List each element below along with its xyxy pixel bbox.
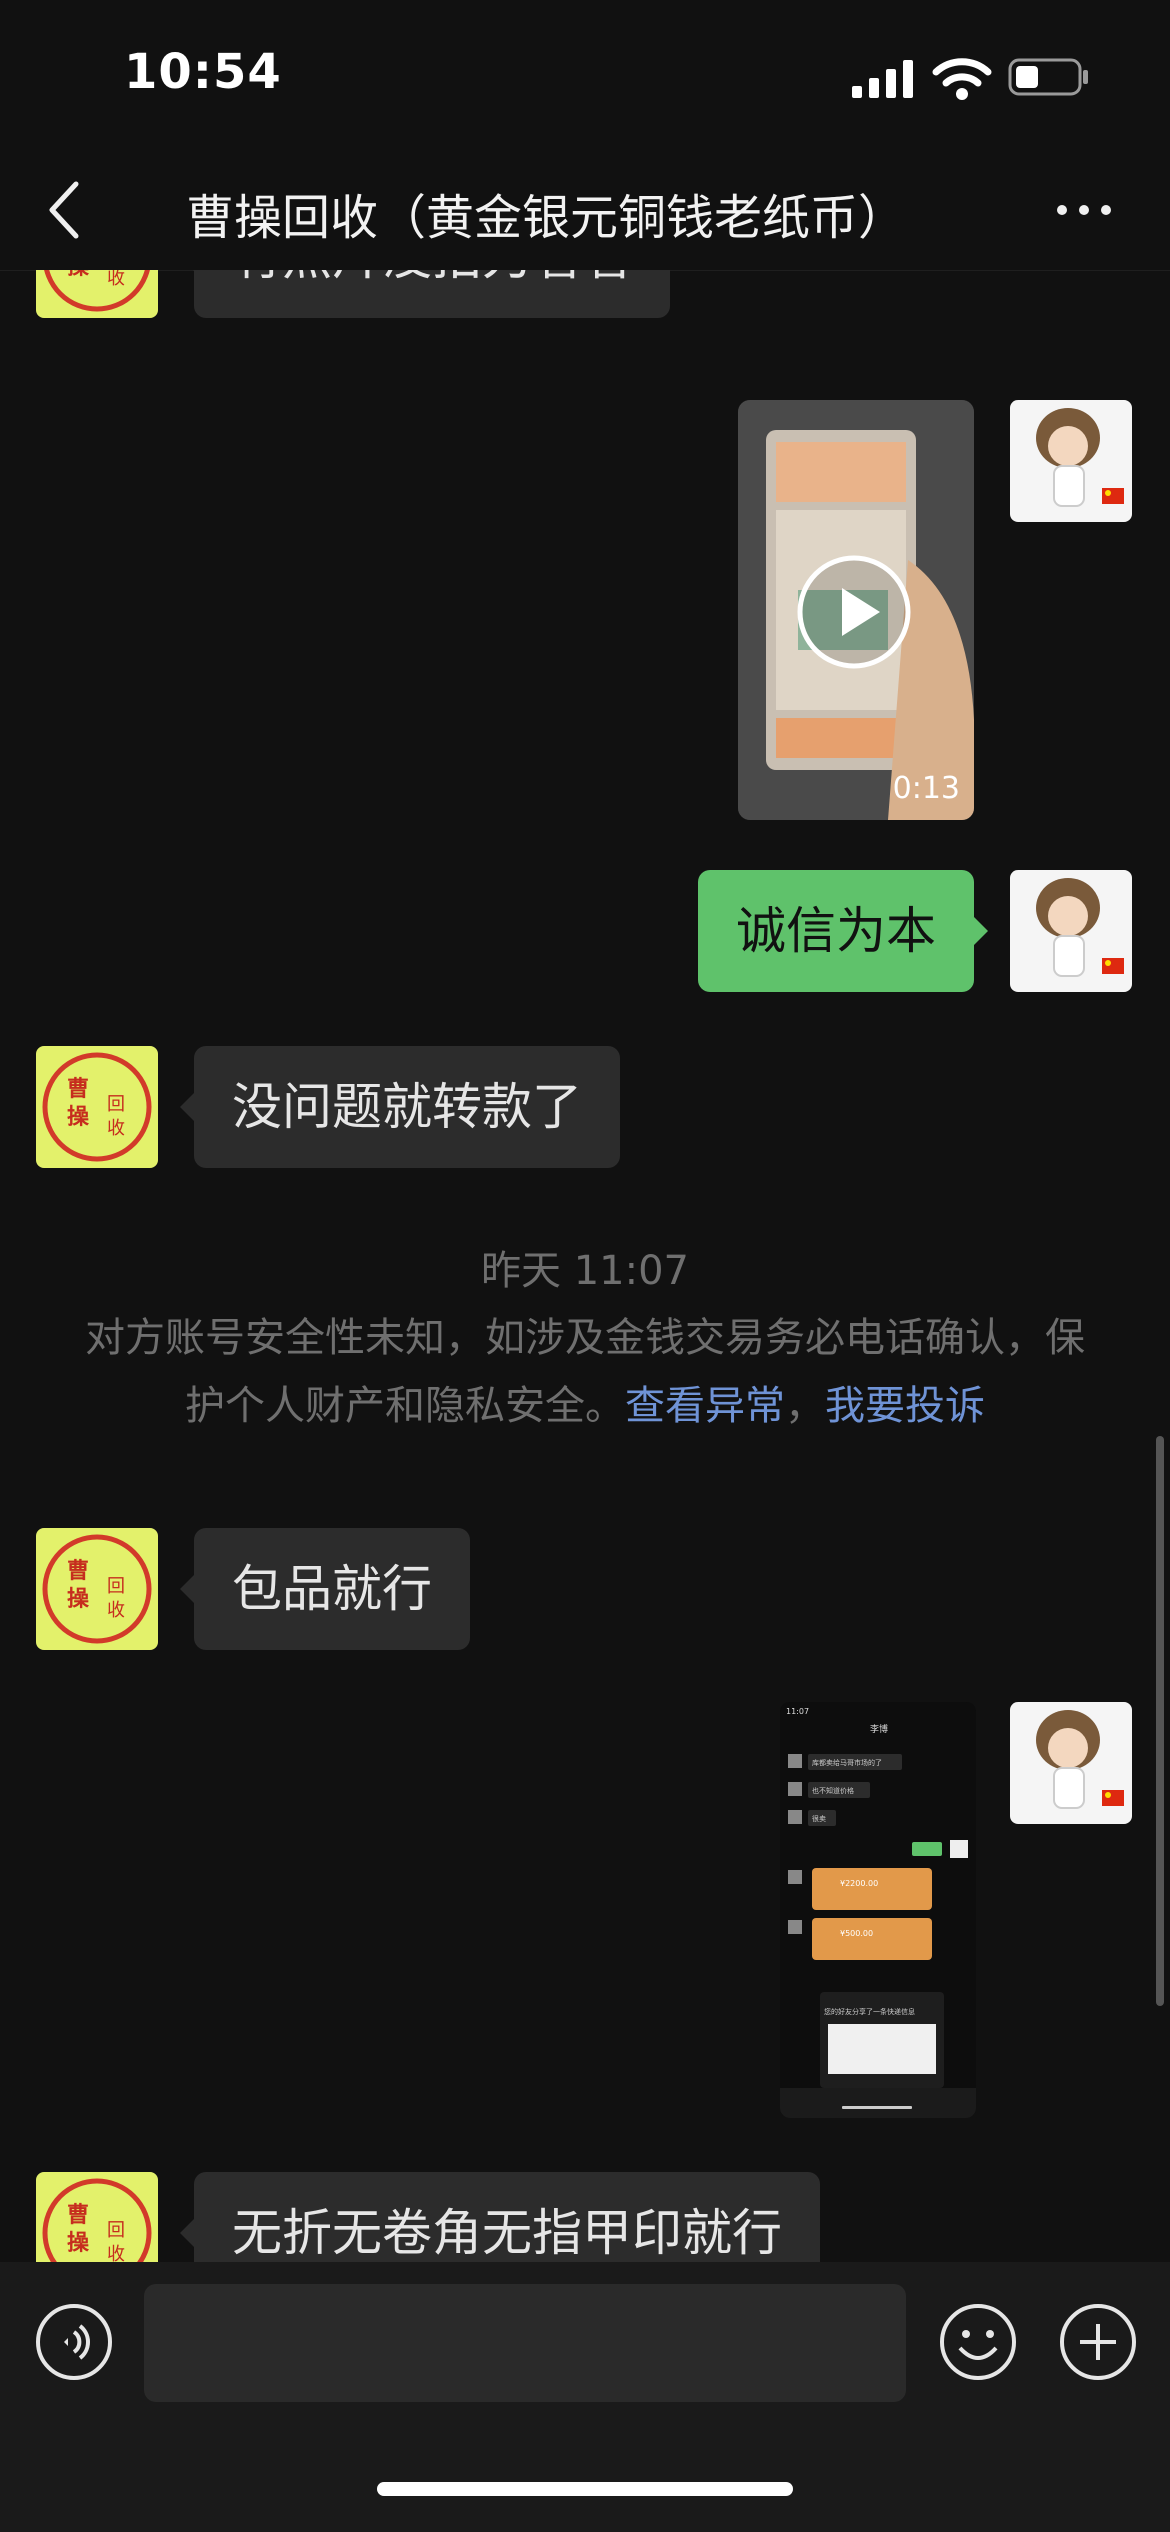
video-duration: 0:13 — [892, 771, 960, 806]
svg-text:收: 收 — [107, 1118, 125, 1139]
chat-title: 曹操回收（黄金银元铜钱老纸币） — [186, 190, 907, 246]
svg-text:曹: 曹 — [67, 1558, 89, 1584]
svg-text:回: 回 — [107, 1576, 125, 1597]
video-message[interactable]: 0:13 — [738, 400, 974, 820]
report-link[interactable]: 我要投诉 — [825, 1383, 985, 1429]
signal-icon — [852, 60, 913, 98]
my-avatar[interactable] — [1010, 870, 1132, 992]
seal-logo-icon: 曹 操 回 收 — [44, 270, 150, 312]
svg-text:回: 回 — [107, 2220, 125, 2241]
my-avatar[interactable] — [1010, 1702, 1132, 1824]
svg-text:收: 收 — [107, 2244, 125, 2262]
image-message[interactable]: 11:07 李博 库都卖给马哥市场的了 也不知道价格 很卖 ¥2200.00 ¥… — [780, 1702, 976, 2118]
back-icon[interactable] — [44, 178, 84, 242]
contact-avatar[interactable]: 曹 操 回 收 — [36, 2172, 158, 2262]
nav-bar: 曹操回收（黄金银元铜钱老纸币） — [0, 150, 1170, 271]
ss-row-2: 也不知道价格 — [812, 1786, 854, 1795]
svg-text:收: 收 — [107, 1600, 125, 1621]
avatar-figure-icon — [1036, 1710, 1124, 1809]
ss-row-1: 库都卖给马哥市场的了 — [812, 1758, 882, 1767]
ss-contact: 李博 — [870, 1723, 888, 1735]
more-icon[interactable] — [1052, 190, 1116, 230]
seal-logo-icon: 曹 操 回 收 — [42, 2178, 152, 2262]
ss-share: 您的好友分享了一条快递信息 — [824, 2007, 915, 2016]
svg-text:操: 操 — [67, 270, 90, 280]
contact-avatar[interactable]: 曹 操 回 收 — [36, 270, 158, 318]
status-time: 10:54 — [124, 44, 282, 100]
ss-transfer-1: ¥2200.00 — [840, 1879, 878, 1888]
svg-text:操: 操 — [67, 2231, 90, 2256]
avatar-figure-icon — [1036, 878, 1124, 977]
input-bar — [0, 2262, 1170, 2532]
screenshot-thumbnail: 11:07 李博 库都卖给马哥市场的了 也不知道价格 很卖 ¥2200.00 ¥… — [780, 1702, 976, 2118]
svg-text:操: 操 — [67, 1587, 90, 1612]
svg-text:回: 回 — [107, 1094, 125, 1115]
ss-transfer-2: ¥500.00 — [840, 1929, 873, 1938]
wifi-icon — [932, 58, 992, 100]
notice-separator: ， — [785, 1383, 825, 1429]
svg-text:操: 操 — [67, 1105, 90, 1130]
message-input[interactable] — [144, 2284, 906, 2402]
svg-text:曹: 曹 — [67, 2202, 89, 2228]
message-bubble[interactable]: 无折无卷角无指甲印就行 — [180, 2172, 820, 2262]
ss-time: 11:07 — [786, 1707, 809, 1716]
contact-avatar[interactable]: 曹 操 回 收 — [36, 1046, 158, 1168]
message-timestamp: 昨天 11:07 — [481, 1248, 689, 1294]
seal-logo-icon: 曹 操 回 收 — [42, 1534, 152, 1644]
view-exception-link[interactable]: 查看异常 — [625, 1383, 785, 1429]
play-icon[interactable] — [794, 552, 914, 672]
chat-area[interactable]: 曹 操 回 收 有照片没拍刀看看 0:13 — [0, 270, 1170, 2262]
ss-row-3: 很卖 — [812, 1814, 826, 1823]
message-bubble[interactable]: 有照片没拍刀看看 — [180, 270, 670, 318]
security-notice: 对方账号安全性未知，如涉及金钱交易务必电话确认，保护个人财产和隐私安全。查看异常… — [80, 1304, 1090, 1440]
avatar-figure-icon — [1036, 408, 1124, 507]
seal-logo-icon: 曹 操 回 收 — [42, 1052, 152, 1162]
status-bar: 10:54 — [0, 0, 1170, 150]
my-avatar[interactable] — [1010, 400, 1132, 522]
plus-icon[interactable] — [1058, 2302, 1138, 2382]
svg-text:曹: 曹 — [67, 1076, 89, 1102]
home-indicator[interactable] — [377, 2482, 793, 2496]
svg-text:收: 收 — [107, 270, 125, 289]
message-bubble[interactable]: 没问题就转款了 — [180, 1046, 620, 1168]
voice-icon[interactable] — [34, 2302, 114, 2382]
message-bubble[interactable]: 诚信为本 — [698, 870, 988, 992]
emoji-icon[interactable] — [938, 2302, 1018, 2382]
battery-icon — [1008, 58, 1088, 96]
contact-avatar[interactable]: 曹 操 回 收 — [36, 1528, 158, 1650]
message-bubble[interactable]: 包品就行 — [180, 1528, 470, 1650]
scrollbar[interactable] — [1156, 1436, 1164, 2006]
